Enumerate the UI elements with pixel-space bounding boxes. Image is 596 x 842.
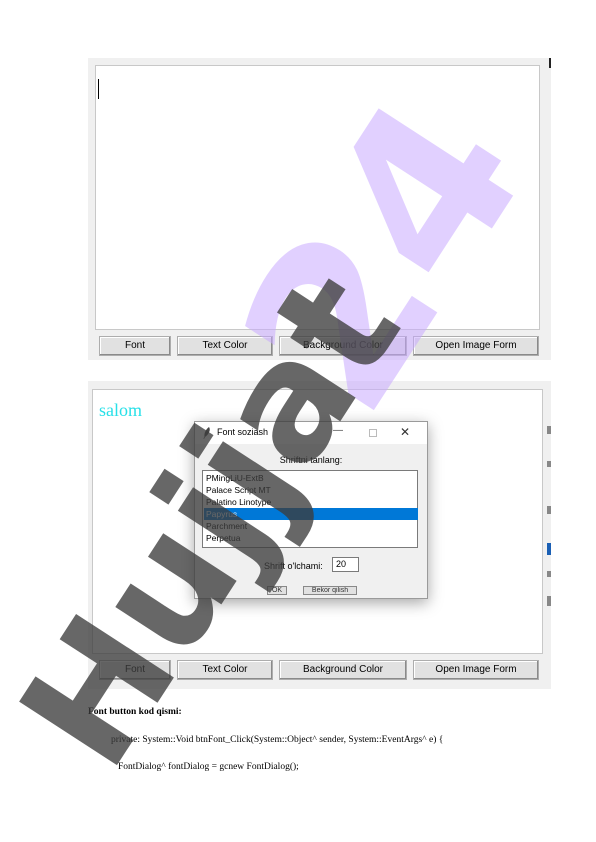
dialog-title: Font soziash — [217, 427, 269, 437]
open-image-form-button[interactable]: Open Image Form — [413, 660, 539, 680]
background-color-button[interactable]: Background Color — [279, 336, 407, 356]
font-listbox[interactable]: PMingLiU-ExtB Palace Script MT Palatino … — [202, 470, 418, 548]
bottom-form-screenshot: salom Font soziash — ✕ Shriftni tanlang:… — [88, 381, 551, 689]
maximize-icon[interactable] — [369, 429, 377, 437]
code-line: FontDialog^ fontDialog = gcnew FontDialo… — [118, 762, 299, 772]
choose-font-label: Shriftni tanlang: — [279, 455, 343, 465]
window-edge — [549, 58, 551, 68]
font-size-input[interactable]: 20 — [332, 557, 359, 572]
top-form-screenshot: Font Text Color Background Color Open Im… — [88, 58, 551, 360]
section-heading: Font button kod qismi: — [88, 707, 182, 717]
rich-text-box[interactable] — [95, 65, 540, 330]
close-icon[interactable]: ✕ — [400, 425, 410, 439]
code-line: private: System::Void btnFont_Click(Syst… — [111, 735, 444, 745]
font-button[interactable]: Font — [99, 660, 171, 680]
text-caret — [98, 79, 99, 99]
open-image-form-button[interactable]: Open Image Form — [413, 336, 539, 356]
list-item[interactable]: Perpetua — [204, 532, 418, 544]
list-item-selected[interactable]: Papyrus — [204, 508, 418, 520]
font-dialog: Font soziash — ✕ Shriftni tanlang: PMing… — [194, 421, 428, 599]
minimize-icon[interactable]: — — [333, 425, 343, 436]
window-edge-marks — [547, 381, 551, 689]
font-button[interactable]: Font — [99, 336, 171, 356]
list-item[interactable]: Palatino Linotype — [204, 496, 418, 508]
text-color-button[interactable]: Text Color — [177, 660, 273, 680]
ok-button[interactable]: OK — [267, 586, 287, 595]
font-size-label: Shrift o'lchami: — [264, 561, 323, 571]
background-color-button[interactable]: Background Color — [279, 660, 407, 680]
list-item[interactable]: Palace Script MT — [204, 484, 418, 496]
feather-icon — [203, 427, 210, 439]
text-color-button[interactable]: Text Color — [177, 336, 273, 356]
cancel-button[interactable]: Bekor qilish — [303, 586, 357, 595]
dialog-titlebar[interactable]: Font soziash — ✕ — [195, 422, 427, 444]
styled-text: salom — [99, 400, 142, 420]
list-item[interactable]: Parchment — [204, 520, 418, 532]
list-item[interactable]: PMingLiU-ExtB — [204, 472, 418, 484]
